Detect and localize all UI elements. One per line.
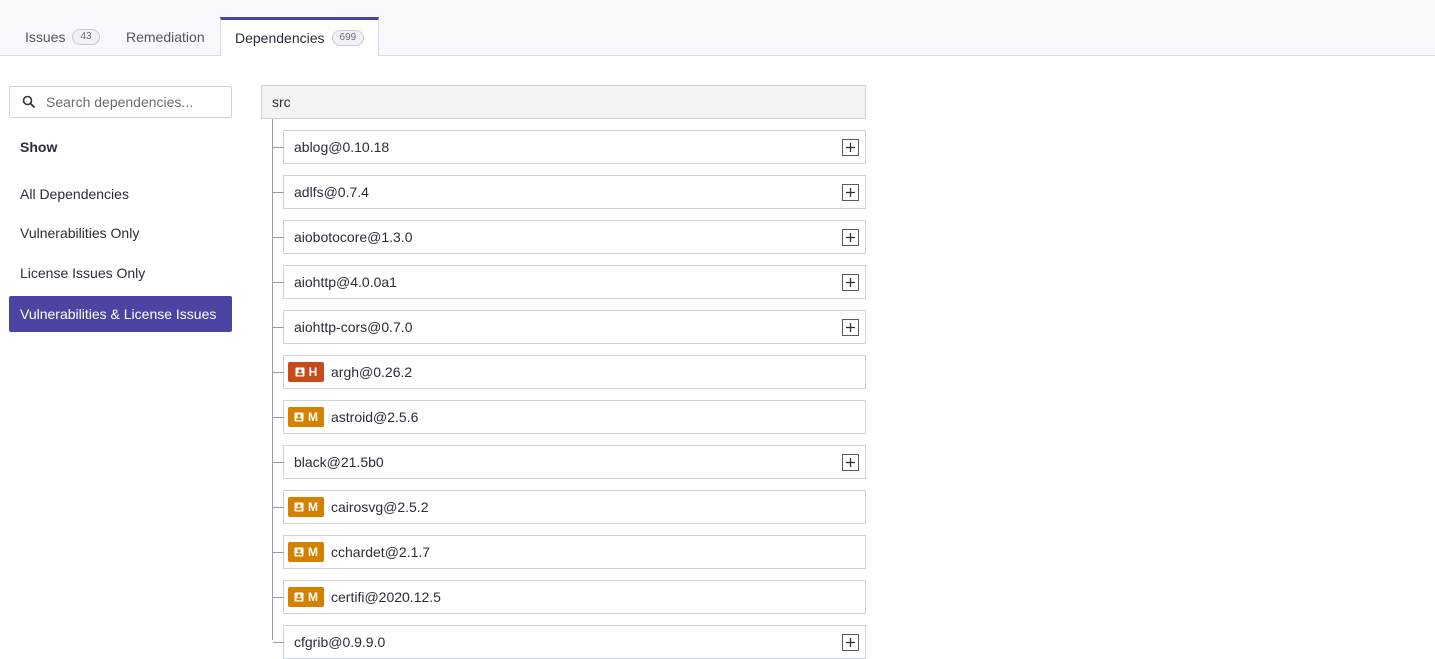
tree-branch	[273, 282, 284, 283]
expand-button[interactable]	[842, 274, 859, 291]
severity-medium-badge: M	[288, 497, 324, 517]
severity-medium-badge: M	[288, 587, 324, 607]
tree-branch	[273, 372, 284, 373]
dependency-name: astroid@2.5.6	[331, 409, 419, 425]
license-icon	[294, 547, 304, 557]
severity-high-badge: H	[288, 362, 324, 382]
expand-button[interactable]	[842, 634, 859, 651]
severity-letter: M	[308, 410, 318, 424]
dependency-row[interactable]: aiobotocore@1.3.0	[273, 220, 866, 254]
plus-icon	[846, 458, 855, 467]
filter-vulnerabilities-only[interactable]: Vulnerabilities Only	[9, 215, 232, 251]
dependency-name: certifi@2020.12.5	[331, 589, 441, 605]
tree-root-label: src	[272, 94, 291, 110]
dependency-row[interactable]: adlfs@0.7.4	[273, 175, 866, 209]
tree-branch	[273, 192, 284, 193]
tree-branch	[273, 417, 284, 418]
filter-vulnerabilities-and-license-issues[interactable]: Vulnerabilities & License Issues	[9, 296, 232, 332]
tree-branch	[273, 327, 284, 328]
expand-button[interactable]	[842, 319, 859, 336]
dependency-name: ablog@0.10.18	[294, 139, 390, 155]
dependency-name: argh@0.26.2	[331, 364, 413, 380]
tree-branch	[273, 597, 284, 598]
severity-medium-badge: M	[288, 542, 324, 562]
tab-dependencies-count: 699	[331, 30, 365, 46]
dependency-name: aiohttp@4.0.0a1	[294, 274, 397, 290]
tree-branch	[273, 237, 284, 238]
tab-issues[interactable]: Issues 43	[21, 17, 104, 56]
dependency-name: cchardet@2.1.7	[331, 544, 431, 560]
dependency-name: adlfs@0.7.4	[294, 184, 369, 200]
plus-icon	[846, 188, 855, 197]
dependency-row[interactable]: aiohttp-cors@0.7.0	[273, 310, 866, 344]
severity-letter: M	[308, 500, 318, 514]
tree-branch	[273, 642, 284, 643]
expand-button[interactable]	[842, 139, 859, 156]
tree-branch	[273, 462, 284, 463]
plus-icon	[846, 143, 855, 152]
dependency-row[interactable]: cfgrib@0.9.9.0	[273, 625, 866, 659]
severity-letter: H	[308, 365, 318, 379]
dependency-row[interactable]: black@21.5b0	[273, 445, 866, 479]
plus-icon	[846, 278, 855, 287]
dependency-row[interactable]: Mcairosvg@2.5.2	[273, 490, 866, 524]
severity-letter: M	[308, 545, 318, 559]
tree-connector	[272, 119, 273, 640]
tab-issues-label: Issues	[25, 28, 66, 45]
dependency-name: black@21.5b0	[294, 454, 384, 470]
dependency-row[interactable]: aiohttp@4.0.0a1	[273, 265, 866, 299]
plus-icon	[846, 233, 855, 242]
dependency-row[interactable]: ablog@0.10.18	[273, 130, 866, 164]
tree-branch	[273, 147, 284, 148]
dependency-name: cfgrib@0.9.9.0	[294, 634, 386, 650]
filter-label: Vulnerabilities & License Issues	[20, 306, 217, 322]
expand-button[interactable]	[842, 229, 859, 246]
tab-remediation-label: Remediation	[126, 28, 205, 45]
filter-label: License Issues Only	[20, 265, 146, 281]
license-icon	[294, 502, 304, 512]
license-icon	[294, 412, 304, 422]
filter-license-issues-only[interactable]: License Issues Only	[9, 255, 232, 291]
tab-bar: Issues 43 Remediation Dependencies 699	[0, 0, 1435, 57]
dependency-row[interactable]: Mastroid@2.5.6	[273, 400, 866, 434]
dependency-name: aiohttp-cors@0.7.0	[294, 319, 413, 335]
plus-icon	[846, 638, 855, 647]
tree-branch	[273, 507, 284, 508]
tree-branch	[273, 552, 284, 553]
tab-issues-count: 43	[72, 28, 100, 45]
severity-medium-badge: M	[288, 407, 324, 427]
tab-remediation[interactable]: Remediation	[122, 17, 209, 56]
license-icon	[295, 367, 305, 377]
license-icon	[294, 592, 304, 602]
plus-icon	[846, 323, 855, 332]
filter-label: Vulnerabilities Only	[20, 225, 140, 241]
filter-all-dependencies[interactable]: All Dependencies	[9, 176, 232, 212]
search-icon	[22, 95, 36, 109]
severity-letter: M	[308, 590, 318, 604]
tab-dependencies[interactable]: Dependencies 699	[220, 17, 380, 57]
search-box[interactable]	[9, 86, 232, 118]
dependency-row[interactable]: Hargh@0.26.2	[273, 355, 866, 389]
dependency-name: cairosvg@2.5.2	[331, 499, 429, 515]
expand-button[interactable]	[842, 454, 859, 471]
dependency-row[interactable]: Mcchardet@2.1.7	[273, 535, 866, 569]
tree-root: src	[261, 85, 866, 119]
filter-label: All Dependencies	[20, 186, 129, 202]
dependency-row[interactable]: Mcertifi@2020.12.5	[273, 580, 866, 614]
show-title: Show	[20, 139, 58, 155]
dependency-name: aiobotocore@1.3.0	[294, 229, 413, 245]
search-input[interactable]	[46, 94, 226, 110]
expand-button[interactable]	[842, 184, 859, 201]
tab-dependencies-label: Dependencies	[235, 30, 325, 46]
